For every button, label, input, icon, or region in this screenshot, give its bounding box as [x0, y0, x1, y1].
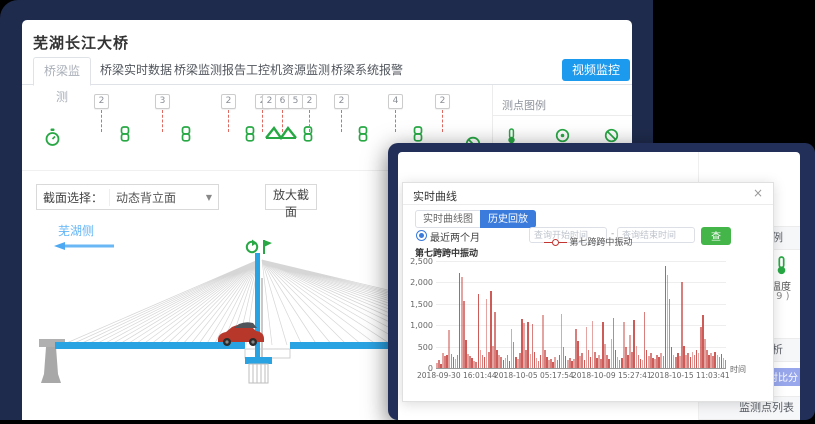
sensor-count-badge[interactable]: 2 [94, 94, 109, 109]
sensor-marker [228, 110, 229, 132]
expansion-joint [245, 349, 290, 358]
tab-realtime-curve[interactable]: 实时曲线图 [415, 210, 481, 228]
link-sensor-icon[interactable] [357, 126, 369, 146]
realtime-curve-modal: 实时曲线 × 实时曲线图 历史回放 最近两个月 - 查询 第七跨跨中振动 第七跨… [402, 182, 774, 402]
section-select-value: 动态背立面 [116, 189, 176, 206]
x-axis-label: 时间 [730, 364, 746, 375]
sensor-marker [395, 110, 396, 132]
overlay-app-panel: 测点图例 温度 ( 9 ) 对比分析 对比分析 监测点列表 实时曲线 × 实时曲… [398, 152, 800, 420]
link-sensor-icon[interactable] [119, 126, 131, 146]
legend-dot [552, 239, 559, 246]
overlay-browser-window: 测点图例 温度 ( 9 ) 对比分析 对比分析 监测点列表 实时曲线 × 实时曲… [388, 143, 815, 420]
legend-panel-title: 测点图例 [502, 97, 546, 113]
tab-realtime-data[interactable]: 桥梁实时数据 [94, 58, 178, 83]
sensor-marker [442, 110, 443, 132]
sensor-marker [341, 110, 342, 132]
flag-icon [264, 240, 272, 254]
sensor-marker [162, 110, 163, 132]
close-icon[interactable]: × [753, 186, 763, 200]
tab-ipc-resource[interactable]: 工控机资源监测 [240, 58, 336, 83]
bridge-deck-left [55, 342, 245, 349]
x-tick: 2018-09-30 16:01:44 [417, 371, 497, 380]
link-sensor-icon[interactable] [244, 126, 256, 146]
stopwatch-icon[interactable] [44, 128, 61, 151]
sensor-marker [262, 110, 263, 132]
main-tabbar: 桥梁监测 桥梁实时数据 桥梁监测报告 工控机资源监测 桥梁系统报警 视频监控 [22, 56, 632, 85]
modal-title: 实时曲线 [413, 188, 457, 204]
y-tick: 1,000 [405, 321, 433, 330]
link-sensor-icon[interactable] [180, 126, 192, 146]
x-tick: 2018-10-09 15:27:41 [572, 371, 652, 380]
chevron-down-icon: ▼ [206, 193, 212, 202]
sensor-marker [101, 110, 102, 132]
section-select-label: 截面选择： [37, 189, 109, 206]
y-tick: 1,500 [405, 300, 433, 309]
chart-plot-area[interactable] [436, 261, 726, 369]
sensor-count-badge[interactable]: 2 [302, 94, 317, 109]
x-tick: 2018-10-05 05:17:54 [494, 371, 574, 380]
chart-bars [436, 261, 726, 368]
sensor-count-badge[interactable]: 2 [435, 94, 450, 109]
sensor-count-badge[interactable]: 4 [388, 94, 403, 109]
zoom-section-button[interactable]: 放大截面 [265, 184, 317, 210]
section-select-group: 截面选择： 动态背立面 ▼ [36, 184, 219, 210]
video-monitor-button[interactable]: 视频监控 [562, 59, 630, 81]
gantry-crane-icon[interactable] [264, 124, 298, 146]
link-sensor-icon[interactable] [302, 126, 314, 146]
y-tick: 2,500 [405, 257, 433, 266]
y-tick: 500 [405, 343, 433, 352]
gps-icon [247, 240, 257, 253]
pier-cap [245, 357, 272, 364]
y-tick: 2,000 [405, 278, 433, 287]
thermometer-icon[interactable] [775, 256, 788, 279]
legend-line [544, 242, 552, 243]
sensor-marker [309, 110, 310, 132]
tab-system-alarm[interactable]: 桥梁系统报警 [325, 58, 409, 83]
sensor-count-badge[interactable]: 2 [334, 94, 349, 109]
tab-bridge-monitor[interactable]: 桥梁监测 [33, 57, 91, 86]
divider [403, 204, 773, 205]
sensor-count-badge[interactable]: 3 [155, 94, 170, 109]
black-backdrop [653, 0, 815, 143]
legend-label: 第七跨跨中振动 [569, 238, 632, 248]
section-select-dropdown[interactable]: 动态背立面 ▼ [109, 189, 218, 206]
pier-columns [249, 364, 268, 383]
legend-line [559, 242, 567, 243]
sensor-count-badge[interactable]: 2 [221, 94, 236, 109]
divider [492, 115, 632, 116]
page-title: 芜湖长江大桥 [33, 32, 129, 53]
x-tick: 2018-10-15 11:03:41 [650, 371, 730, 380]
sensor-count-badge[interactable]: 5 [288, 94, 303, 109]
tab-history-playback[interactable]: 历史回放 [480, 210, 536, 228]
